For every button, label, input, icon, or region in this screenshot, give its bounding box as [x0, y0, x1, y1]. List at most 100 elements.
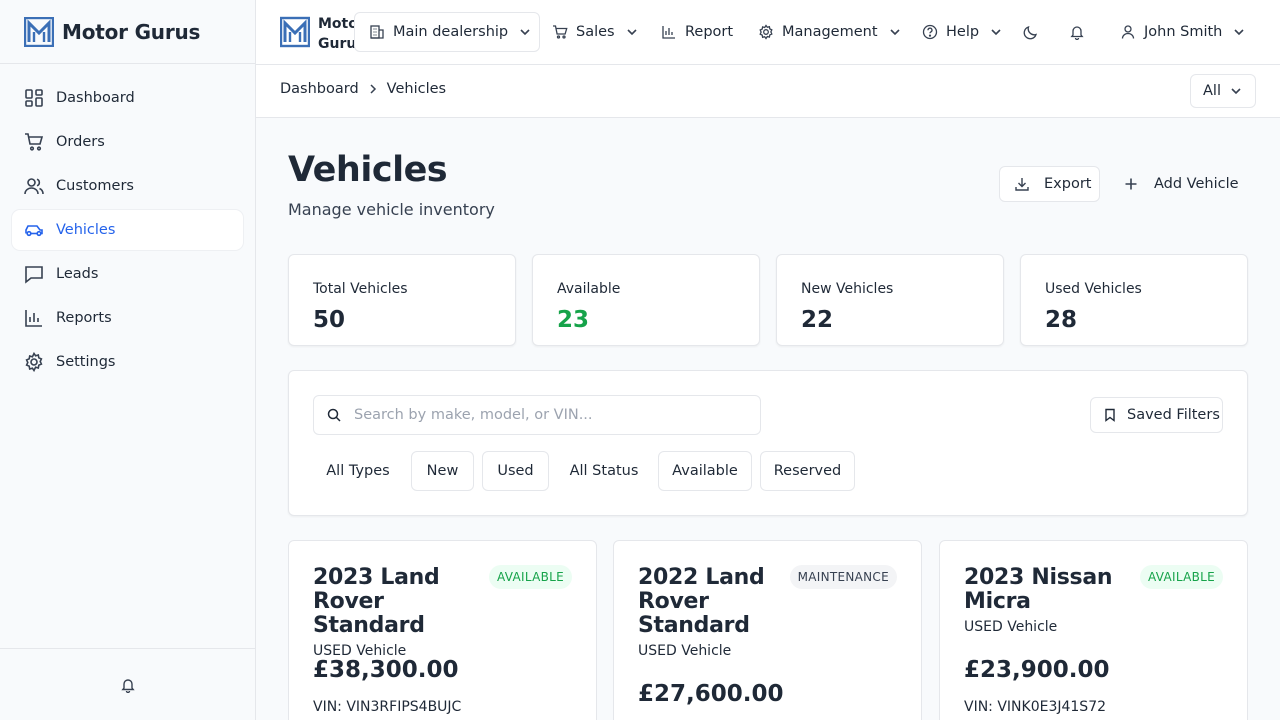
sidebar-item-reports[interactable]: Reports: [12, 298, 243, 338]
sidebar-item-label: Settings: [56, 354, 116, 370]
stat-label: Available: [557, 281, 621, 297]
stat-label: Used Vehicles: [1045, 281, 1142, 297]
sidebar-brand[interactable]: Motor Gurus: [0, 0, 255, 64]
sidebar-item-vehicles[interactable]: Vehicles: [12, 210, 243, 250]
management-menu[interactable]: Management: [758, 12, 902, 52]
help-menu[interactable]: Help: [922, 12, 1003, 52]
user-icon: [1121, 25, 1135, 39]
vehicle-card[interactable]: 2022 Land Rover Standard USED Vehicle MA…: [613, 540, 922, 720]
vehicle-type: USED Vehicle: [638, 643, 732, 659]
moon-icon: [1023, 26, 1037, 40]
sidebar-item-settings[interactable]: Settings: [12, 342, 243, 382]
stat-card-used: Used Vehicles 28: [1020, 254, 1248, 346]
vehicle-card[interactable]: 2023 Nissan Micra USED Vehicle AVAILABLE…: [939, 540, 1248, 720]
chevron-down-icon: [1234, 29, 1244, 36]
bookmark-icon: [1105, 408, 1115, 422]
vehicle-price: £38,300.00: [313, 657, 459, 683]
car-icon: [25, 225, 43, 237]
filter-chip-reserved[interactable]: Reserved: [760, 451, 855, 491]
plus-icon: [1125, 178, 1137, 190]
chevron-right-icon: [370, 84, 376, 94]
scope-select-value: All: [1203, 83, 1221, 99]
sales-menu[interactable]: Sales: [552, 12, 639, 52]
vehicle-card[interactable]: 2023 Land Rover Standard USED Vehicle AV…: [288, 540, 597, 720]
breadcrumb: Dashboard Vehicles: [280, 81, 446, 97]
building-icon: [370, 25, 384, 39]
stat-card-total: Total Vehicles 50: [288, 254, 516, 346]
sidebar-item-orders[interactable]: Orders: [12, 122, 243, 162]
help-label: Help: [946, 24, 980, 40]
filter-panel: Saved Filters All Types New Used All Sta…: [288, 370, 1248, 516]
status-badge: AVAILABLE: [1139, 565, 1223, 589]
stat-label: New Vehicles: [801, 281, 894, 297]
search-input[interactable]: [354, 407, 734, 423]
theme-toggle[interactable]: [1023, 12, 1039, 52]
bell-icon: [1070, 26, 1084, 40]
stat-label: Total Vehicles: [313, 281, 408, 297]
filter-chip-available[interactable]: Available: [658, 451, 752, 491]
cart-icon: [553, 25, 568, 39]
vehicle-title: 2022 Land Rover Standard USED Vehicle: [638, 566, 778, 663]
motor-gurus-logo-icon: [280, 16, 310, 48]
main-content: Vehicles Manage vehicle inventory Export…: [256, 118, 1280, 720]
add-vehicle-button[interactable]: Add Vehicle: [1116, 166, 1239, 202]
stat-card-new: New Vehicles 22: [776, 254, 1004, 346]
dealership-label: Main dealership: [393, 24, 509, 40]
vehicle-price: £27,600.00: [638, 681, 784, 707]
chevron-down-icon: [520, 29, 530, 36]
cart-icon: [25, 133, 44, 151]
chevron-down-icon: [991, 29, 1001, 36]
chat-icon: [25, 266, 43, 284]
gear-icon: [25, 352, 43, 372]
bar-chart-icon: [662, 26, 675, 39]
chevron-down-icon: [889, 29, 900, 36]
chevron-down-icon: [1231, 88, 1241, 95]
saved-filters-button[interactable]: Saved Filters: [1090, 397, 1223, 433]
status-badge: AVAILABLE: [488, 565, 572, 589]
vehicle-vin: VIN: VIN3RFIPS4BUJC: [313, 699, 462, 715]
dealership-select[interactable]: Main dealership: [354, 12, 540, 52]
sidebar-item-customers[interactable]: Customers: [12, 166, 243, 206]
user-menu[interactable]: John Smith: [1120, 12, 1246, 52]
stat-card-available: Available 23: [532, 254, 760, 346]
filter-chip-used[interactable]: Used: [482, 451, 549, 491]
sidebar-item-label: Leads: [56, 266, 99, 282]
page-title: Vehicles: [288, 150, 448, 190]
breadcrumb-dashboard[interactable]: Dashboard: [280, 81, 359, 97]
users-icon: [24, 178, 44, 195]
sidebar-item-label: Reports: [56, 310, 112, 326]
vehicle-type: USED Vehicle: [964, 619, 1058, 635]
sidebar-item-leads[interactable]: Leads: [12, 254, 243, 294]
scope-select[interactable]: All: [1190, 74, 1256, 108]
notifications-button[interactable]: [1069, 12, 1085, 52]
filter-chip-all-status[interactable]: All Status: [557, 451, 651, 491]
filter-chip-new[interactable]: New: [411, 451, 474, 491]
vehicle-vin: VIN: VINK0E3J41S72: [964, 699, 1107, 715]
motor-gurus-logo-icon: [24, 16, 54, 47]
export-label: Export: [1044, 176, 1092, 192]
report-link[interactable]: Report: [661, 12, 733, 52]
sidebar-item-dashboard[interactable]: Dashboard: [12, 78, 243, 118]
add-vehicle-label: Add Vehicle: [1154, 176, 1239, 192]
stat-value: 28: [1045, 307, 1078, 333]
vehicle-price: £23,900.00: [964, 657, 1110, 683]
sidebar: Motor Gurus Dashboard Orders Customers V…: [0, 0, 256, 720]
vehicle-title: 2023 Land Rover Standard USED Vehicle: [313, 566, 498, 663]
stat-value: 22: [801, 307, 834, 333]
sales-label: Sales: [576, 24, 615, 40]
filter-chip-all-types[interactable]: All Types: [313, 451, 403, 491]
export-button[interactable]: Export: [999, 166, 1100, 202]
sidebar-item-label: Dashboard: [56, 90, 135, 106]
sidebar-item-label: Orders: [56, 134, 105, 150]
sidebar-footer: [0, 648, 255, 720]
search-box[interactable]: [313, 395, 761, 435]
search-icon: [327, 408, 341, 422]
status-badge: MAINTENANCE: [789, 565, 897, 589]
bell-icon[interactable]: [120, 677, 136, 693]
vehicle-title-text: 2023 Nissan Micra: [964, 565, 1113, 614]
management-label: Management: [782, 24, 878, 40]
brand-name: Motor Gurus: [62, 19, 201, 44]
dashboard-icon: [25, 89, 43, 107]
chevron-down-icon: [627, 29, 637, 36]
bar-chart-icon: [25, 310, 42, 327]
